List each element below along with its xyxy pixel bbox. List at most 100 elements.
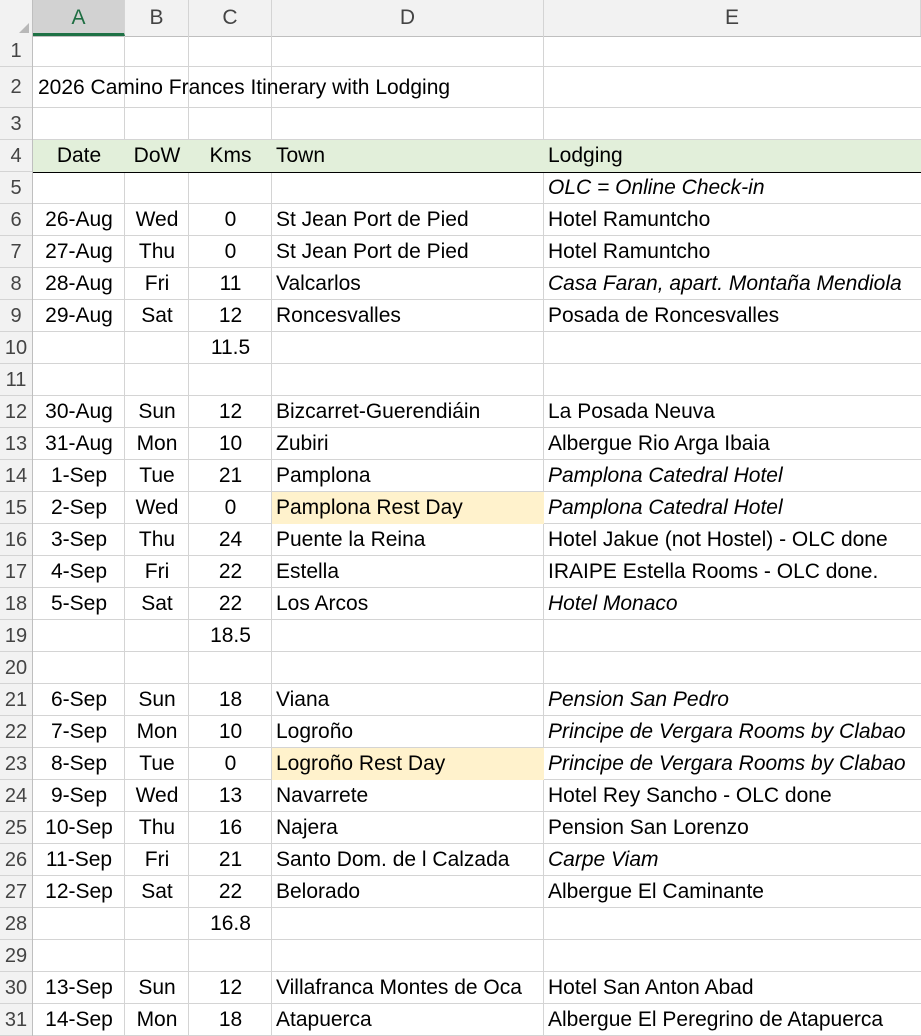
sheet-title[interactable]: 2026 Camino Frances Itinerary with Lodgi… [38, 67, 450, 108]
row-header-24[interactable]: 24 [0, 780, 32, 812]
row-header-18[interactable]: 18 [0, 588, 32, 620]
date-cell[interactable] [33, 332, 125, 364]
lodging-cell[interactable]: Casa Faran, apart. Montaña Mendiola [544, 268, 921, 300]
row-header-30[interactable]: 30 [0, 972, 32, 1004]
kms-cell[interactable]: 22 [189, 876, 272, 908]
town-cell[interactable] [272, 332, 544, 364]
kms-cell[interactable]: 22 [189, 556, 272, 588]
dow-cell[interactable] [125, 620, 189, 652]
date-cell[interactable]: 30-Aug [33, 396, 125, 428]
kms-cell[interactable]: 24 [189, 524, 272, 556]
dow-cell[interactable]: Wed [125, 492, 189, 524]
row-header-9[interactable]: 9 [0, 300, 32, 332]
worksheet-grid[interactable]: 2026 Camino Frances Itinerary with Lodgi… [33, 36, 921, 1036]
date-cell[interactable]: 28-Aug [33, 268, 125, 300]
kms-cell[interactable]: 18.5 [189, 620, 272, 652]
town-cell[interactable]: Pamplona [272, 460, 544, 492]
lodging-cell[interactable] [544, 332, 921, 364]
date-cell[interactable]: 3-Sep [33, 524, 125, 556]
row-header-20[interactable]: 20 [0, 652, 32, 684]
dow-cell[interactable]: Fri [125, 556, 189, 588]
date-cell[interactable]: 31-Aug [33, 428, 125, 460]
dow-cell[interactable] [125, 908, 189, 940]
town-cell[interactable]: Bizcarret-Guerendiáin [272, 396, 544, 428]
kms-cell[interactable]: 13 [189, 780, 272, 812]
row-header-1[interactable]: 1 [0, 36, 32, 67]
date-cell[interactable]: 11-Sep [33, 844, 125, 876]
row-header-7[interactable]: 7 [0, 236, 32, 268]
town-cell[interactable]: Estella [272, 556, 544, 588]
lodging-cell[interactable]: Posada de Roncesvalles [544, 300, 921, 332]
row-header-26[interactable]: 26 [0, 844, 32, 876]
dow-cell[interactable]: Thu [125, 524, 189, 556]
header-lodging[interactable]: Lodging [544, 140, 921, 172]
lodging-cell[interactable]: Hotel Ramuntcho [544, 236, 921, 268]
row-header-12[interactable]: 12 [0, 396, 32, 428]
row-header-17[interactable]: 17 [0, 556, 32, 588]
dow-cell[interactable]: Wed [125, 204, 189, 236]
lodging-cell[interactable]: Hotel Ramuntcho [544, 204, 921, 236]
row-header-4[interactable]: 4 [0, 140, 32, 172]
row-header-11[interactable]: 11 [0, 364, 32, 396]
lodging-cell[interactable] [544, 620, 921, 652]
date-cell[interactable]: 26-Aug [33, 204, 125, 236]
date-cell[interactable]: 29-Aug [33, 300, 125, 332]
row-header-31[interactable]: 31 [0, 1004, 32, 1036]
kms-cell[interactable]: 12 [189, 972, 272, 1004]
kms-cell[interactable]: 16 [189, 812, 272, 844]
kms-cell[interactable]: 0 [189, 236, 272, 268]
header-date[interactable]: Date [33, 140, 125, 172]
dow-cell[interactable]: Fri [125, 268, 189, 300]
date-cell[interactable]: 2-Sep [33, 492, 125, 524]
lodging-cell[interactable]: Albergue El Caminante [544, 876, 921, 908]
date-cell[interactable]: 9-Sep [33, 780, 125, 812]
dow-cell[interactable]: Mon [125, 1004, 189, 1036]
dow-cell[interactable]: Sun [125, 396, 189, 428]
town-cell[interactable]: Viana [272, 684, 544, 716]
town-cell[interactable]: Navarrete [272, 780, 544, 812]
row-header-2[interactable]: 2 [0, 67, 32, 108]
town-cell[interactable]: St Jean Port de Pied [272, 204, 544, 236]
kms-cell[interactable]: 21 [189, 460, 272, 492]
town-cell[interactable]: Roncesvalles [272, 300, 544, 332]
column-header-b[interactable]: B [125, 0, 189, 36]
date-cell[interactable]: 27-Aug [33, 236, 125, 268]
kms-cell[interactable]: 11 [189, 268, 272, 300]
lodging-cell[interactable]: Principe de Vergara Rooms by Clabao [544, 716, 921, 748]
kms-cell[interactable]: 12 [189, 396, 272, 428]
town-cell[interactable]: Santo Dom. de l Calzada [272, 844, 544, 876]
dow-cell[interactable]: Thu [125, 236, 189, 268]
lodging-cell[interactable]: Pension San Lorenzo [544, 812, 921, 844]
select-all-corner[interactable] [0, 0, 33, 36]
town-cell[interactable] [272, 908, 544, 940]
row-header-13[interactable]: 13 [0, 428, 32, 460]
lodging-cell[interactable]: Albergue Rio Arga Ibaia [544, 428, 921, 460]
header-dow[interactable]: DoW [125, 140, 189, 172]
town-cell[interactable]: Atapuerca [272, 1004, 544, 1036]
row-header-6[interactable]: 6 [0, 204, 32, 236]
town-cell[interactable]: Valcarlos [272, 268, 544, 300]
row-header-22[interactable]: 22 [0, 716, 32, 748]
date-cell[interactable]: 5-Sep [33, 588, 125, 620]
date-cell[interactable]: 10-Sep [33, 812, 125, 844]
kms-cell[interactable]: 18 [189, 1004, 272, 1036]
column-header-a[interactable]: A [33, 0, 125, 36]
row-header-25[interactable]: 25 [0, 812, 32, 844]
date-cell[interactable]: 12-Sep [33, 876, 125, 908]
kms-cell[interactable]: 0 [189, 492, 272, 524]
row-header-5[interactable]: 5 [0, 172, 32, 204]
date-cell[interactable]: 8-Sep [33, 748, 125, 780]
lodging-cell[interactable]: Hotel Monaco [544, 588, 921, 620]
dow-cell[interactable]: Tue [125, 460, 189, 492]
town-cell[interactable]: Puente la Reina [272, 524, 544, 556]
date-cell[interactable]: 4-Sep [33, 556, 125, 588]
dow-cell[interactable]: Fri [125, 844, 189, 876]
town-cell[interactable]: Villafranca Montes de Oca [272, 972, 544, 1004]
lodging-cell[interactable]: Pamplona Catedral Hotel [544, 460, 921, 492]
lodging-cell[interactable]: Hotel Jakue (not Hostel) - OLC done [544, 524, 921, 556]
row-header-27[interactable]: 27 [0, 876, 32, 908]
kms-cell[interactable]: 22 [189, 588, 272, 620]
lodging-cell[interactable]: Albergue El Peregrino de Atapuerca [544, 1004, 921, 1036]
column-header-e[interactable]: E [544, 0, 921, 36]
kms-cell[interactable]: 21 [189, 844, 272, 876]
